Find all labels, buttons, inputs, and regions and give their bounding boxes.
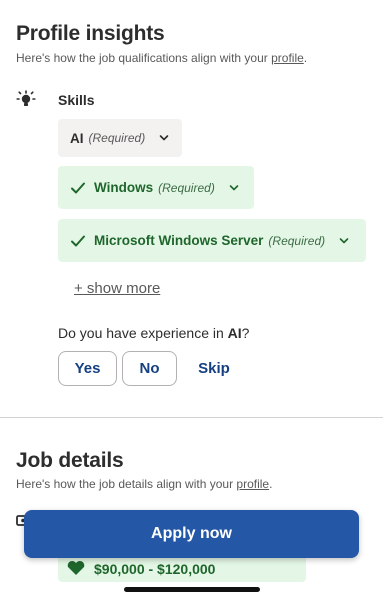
subtitle-period: . (303, 51, 308, 65)
subtitle-period: . (269, 477, 273, 491)
show-more-link[interactable]: + show more (74, 280, 160, 297)
job-details-title: Job details (16, 449, 124, 472)
skill-qualifier: (Required) (88, 131, 146, 145)
skill-chip-ai[interactable]: AI (Required) (58, 119, 182, 157)
skill-name: Microsoft Windows Server (94, 233, 264, 248)
subtitle-text: Here's how the job details align with yo… (16, 477, 237, 491)
chevron-down-icon (159, 135, 169, 141)
skill-qualifier: (Required) (268, 233, 326, 248)
skill-qualifier: (Required) (158, 180, 215, 195)
job-profile-insights-screen: Profile insights Here's how the job qual… (0, 0, 383, 600)
profile-link[interactable]: profile (236, 477, 269, 491)
no-button[interactable]: No (122, 351, 177, 386)
home-indicator[interactable] (124, 587, 260, 592)
section-divider (0, 417, 383, 418)
skill-chip-microsoft-windows-server[interactable]: Microsoft Windows Server (Required) (58, 219, 366, 262)
skill-name: AI (70, 130, 84, 146)
profile-link[interactable]: profile (271, 51, 304, 65)
salary-value: $90,000 - $120,000 (94, 561, 216, 577)
profile-insights-title: Profile insights (16, 22, 165, 45)
apply-now-button[interactable]: Apply now (24, 510, 359, 558)
question-skill: AI (227, 325, 242, 341)
checkmark-icon (71, 235, 85, 246)
skill-name: Windows (94, 180, 154, 195)
skip-button[interactable]: Skip (190, 351, 238, 386)
skill-chip-windows[interactable]: Windows (Required) (58, 166, 254, 209)
yes-button[interactable]: Yes (58, 351, 117, 386)
question-mark: ? (241, 325, 250, 341)
skills-heading: Skills (58, 92, 95, 108)
question-text: Do you have experience in (58, 325, 228, 341)
job-details-subtitle: Here's how the job details align with yo… (16, 477, 272, 491)
chevron-down-icon (339, 237, 349, 243)
heart-icon (67, 560, 85, 575)
experience-question: Do you have experience in AI? (58, 325, 249, 341)
subtitle-text: Here's how the job qualifications align … (16, 51, 272, 65)
chevron-down-icon (229, 184, 239, 190)
lightbulb-icon (16, 90, 36, 106)
checkmark-icon (71, 182, 85, 193)
profile-insights-subtitle: Here's how the job qualifications align … (16, 51, 307, 65)
